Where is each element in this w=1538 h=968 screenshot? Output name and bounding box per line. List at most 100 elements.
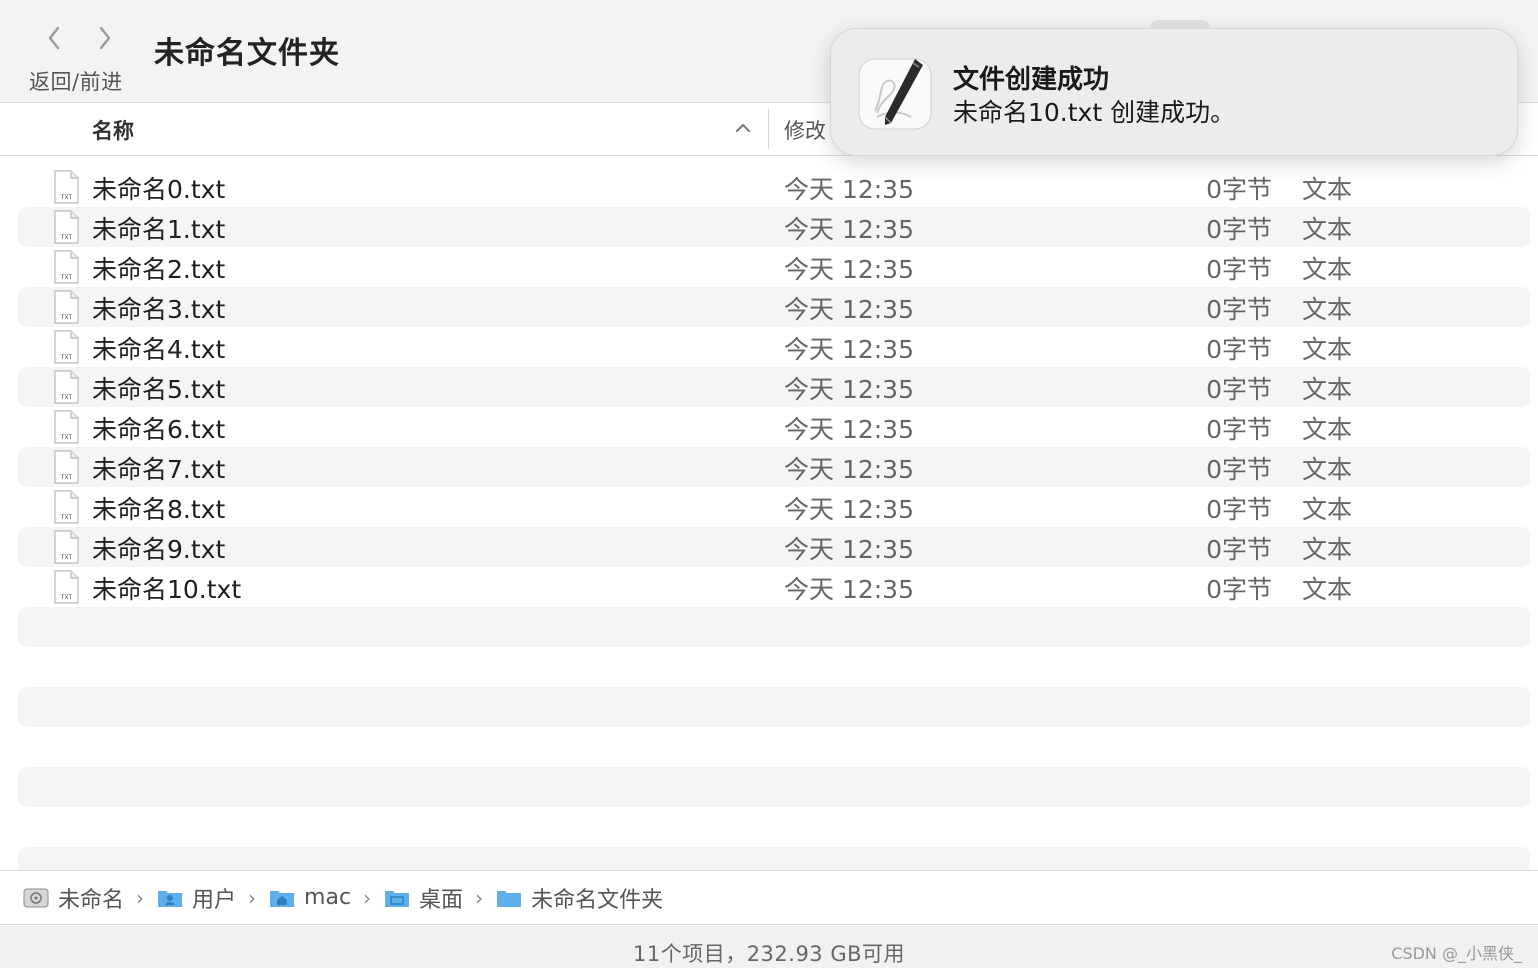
row-stripe bbox=[18, 687, 1530, 727]
file-kind: 文本 bbox=[1302, 415, 1353, 444]
file-icon-label: TXT bbox=[60, 594, 73, 601]
file-icon-label: TXT bbox=[60, 194, 73, 201]
file-icon-label: TXT bbox=[60, 434, 73, 441]
file-row[interactable]: TXT 未命名2.txt 今天 12:35 0字节 文本 bbox=[0, 247, 1538, 287]
file-icon-label: TXT bbox=[60, 314, 73, 321]
file-kind: 文本 bbox=[1302, 175, 1353, 204]
file-icon-label: TXT bbox=[60, 274, 73, 281]
file-row[interactable]: TXT 未命名9.txt 今天 12:35 0字节 文本 bbox=[0, 527, 1538, 567]
file-size: 0字节 bbox=[1206, 495, 1272, 524]
file-name: 未命名9.txt bbox=[92, 535, 226, 564]
file-size: 0字节 bbox=[1206, 295, 1272, 324]
txt-file-icon: TXT bbox=[54, 410, 79, 444]
file-name: 未命名7.txt bbox=[92, 455, 226, 484]
folder-users-icon bbox=[158, 890, 183, 907]
file-icon-label: TXT bbox=[60, 234, 73, 241]
txt-file-icon: TXT bbox=[54, 330, 79, 364]
file-modified-date: 今天 12:35 bbox=[784, 175, 914, 204]
path-bar: 未命名 › 用户 › mac › 桌面 › 未命名文件夹 bbox=[0, 870, 1538, 925]
empty-row bbox=[0, 767, 1538, 807]
file-modified-date: 今天 12:35 bbox=[784, 215, 914, 244]
txt-file-icon: TXT bbox=[54, 450, 79, 484]
file-name: 未命名1.txt bbox=[92, 215, 226, 244]
file-name: 未命名0.txt bbox=[92, 175, 226, 204]
column-modified-header[interactable]: 修改 bbox=[784, 115, 826, 145]
row-stripe bbox=[18, 607, 1530, 647]
txt-file-icon: TXT bbox=[54, 210, 79, 244]
path-separator-icon: › bbox=[475, 885, 484, 910]
file-icon-label: TXT bbox=[60, 514, 73, 521]
notification-banner[interactable]: 文件创建成功 未命名10.txt 创建成功。 bbox=[830, 28, 1518, 156]
file-row[interactable]: TXT 未命名5.txt 今天 12:35 0字节 文本 bbox=[0, 367, 1538, 407]
file-modified-date: 今天 12:35 bbox=[784, 535, 914, 564]
empty-row bbox=[0, 807, 1538, 847]
file-row[interactable]: TXT 未命名10.txt 今天 12:35 0字节 文本 bbox=[0, 567, 1538, 607]
file-size: 0字节 bbox=[1206, 535, 1272, 564]
file-row[interactable]: TXT 未命名0.txt 今天 12:35 0字节 文本 bbox=[0, 167, 1538, 207]
column-name-header[interactable]: 名称 bbox=[92, 115, 134, 145]
file-row[interactable]: TXT 未命名6.txt 今天 12:35 0字节 文本 bbox=[0, 407, 1538, 447]
path-separator-icon: › bbox=[363, 885, 372, 910]
file-row[interactable]: TXT 未命名8.txt 今天 12:35 0字节 文本 bbox=[0, 487, 1538, 527]
file-icon-label: TXT bbox=[60, 394, 73, 401]
file-kind: 文本 bbox=[1302, 295, 1353, 324]
file-modified-date: 今天 12:35 bbox=[784, 415, 914, 444]
file-row[interactable]: TXT 未命名1.txt 今天 12:35 0字节 文本 bbox=[0, 207, 1538, 247]
file-name: 未命名5.txt bbox=[92, 375, 226, 404]
file-kind: 文本 bbox=[1302, 535, 1353, 564]
file-modified-date: 今天 12:35 bbox=[784, 255, 914, 284]
file-name: 未命名4.txt bbox=[92, 335, 226, 364]
path-item[interactable]: 未命名文件夹 bbox=[495, 882, 663, 914]
notification-body: 未命名10.txt 创建成功。 bbox=[953, 98, 1236, 127]
file-modified-date: 今天 12:35 bbox=[784, 375, 914, 404]
path-item[interactable]: 未命名 bbox=[22, 882, 124, 914]
sort-ascending-icon[interactable] bbox=[734, 119, 752, 137]
file-name: 未命名3.txt bbox=[92, 295, 226, 324]
file-kind: 文本 bbox=[1302, 495, 1353, 524]
file-modified-date: 今天 12:35 bbox=[784, 295, 914, 324]
file-row[interactable]: TXT 未命名3.txt 今天 12:35 0字节 文本 bbox=[0, 287, 1538, 327]
path-item[interactable]: 用户 bbox=[156, 882, 236, 914]
path-item-label: 用户 bbox=[192, 887, 237, 913]
file-icon-label: TXT bbox=[60, 554, 73, 561]
file-list: TXT 未命名0.txt 今天 12:35 0字节 文本 TXT 未命名1.txt 今天 12… bbox=[0, 167, 1538, 887]
script-editor-icon bbox=[858, 58, 932, 130]
file-modified-date: 今天 12:35 bbox=[784, 495, 914, 524]
chevron-left-icon bbox=[48, 26, 60, 50]
forward-button[interactable] bbox=[88, 20, 122, 56]
watermark: CSDN @_小黑侠_ bbox=[1391, 944, 1522, 963]
back-button[interactable] bbox=[37, 20, 71, 56]
file-kind: 文本 bbox=[1302, 215, 1353, 244]
file-row[interactable]: TXT 未命名7.txt 今天 12:35 0字节 文本 bbox=[0, 447, 1538, 487]
file-size: 0字节 bbox=[1206, 255, 1272, 284]
column-divider[interactable] bbox=[768, 109, 769, 149]
path-item-label: mac bbox=[304, 885, 352, 910]
path-separator: › bbox=[236, 886, 268, 910]
empty-row bbox=[0, 607, 1538, 647]
file-modified-date: 今天 12:35 bbox=[784, 455, 914, 484]
folder-home-icon bbox=[270, 890, 295, 907]
file-name: 未命名8.txt bbox=[92, 495, 226, 524]
txt-file-icon: TXT bbox=[54, 530, 79, 564]
path-item[interactable]: 桌面 bbox=[383, 882, 463, 914]
file-size: 0字节 bbox=[1206, 215, 1272, 244]
file-name: 未命名10.txt bbox=[92, 575, 242, 604]
file-kind: 文本 bbox=[1302, 335, 1353, 364]
path-item-label: 桌面 bbox=[419, 887, 464, 913]
file-kind: 文本 bbox=[1302, 455, 1353, 484]
path-separator-icon: › bbox=[136, 885, 145, 910]
status-bar: 11个项目，232.93 GB可用 CSDN @_小黑侠_ bbox=[0, 926, 1538, 968]
status-text: 11个项目，232.93 GB可用 bbox=[632, 942, 906, 966]
nav-label: 返回/前进 bbox=[29, 70, 123, 94]
path-separator: › bbox=[463, 886, 495, 910]
path-item-label: 未命名 bbox=[58, 887, 125, 913]
empty-row bbox=[0, 647, 1538, 687]
folder-desktop-icon bbox=[385, 890, 410, 907]
path-item[interactable]: mac bbox=[268, 885, 351, 910]
file-name: 未命名6.txt bbox=[92, 415, 226, 444]
chevron-right-icon bbox=[99, 26, 111, 50]
file-modified-date: 今天 12:35 bbox=[784, 575, 914, 604]
txt-file-icon: TXT bbox=[54, 290, 79, 324]
path-separator: › bbox=[351, 886, 383, 910]
file-row[interactable]: TXT 未命名4.txt 今天 12:35 0字节 文本 bbox=[0, 327, 1538, 367]
